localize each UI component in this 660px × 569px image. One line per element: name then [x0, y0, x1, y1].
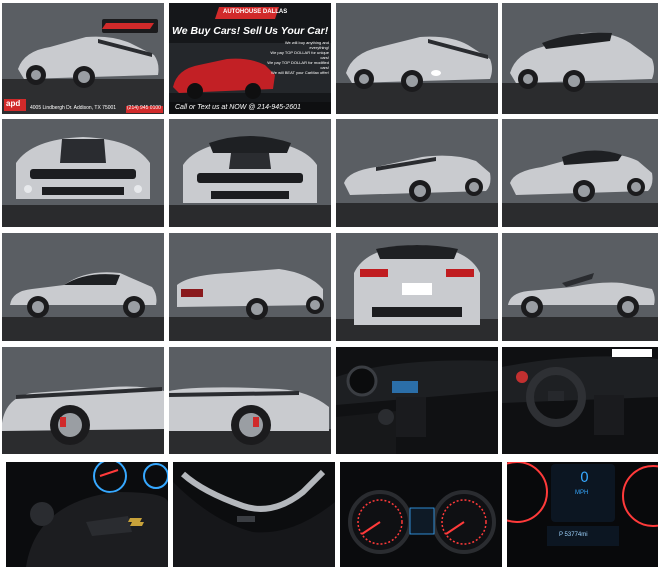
ad-copy-lines: We will buy anything and everything! We …: [265, 40, 329, 75]
photo-thumbnail-gauge-cluster[interactable]: [340, 462, 502, 567]
speed-unit: MPH: [575, 490, 589, 496]
car-photo: [336, 3, 498, 114]
dealer-address: 4005 Lindbergh Dr. Addison, TX 75001: [30, 105, 117, 111]
photo-thumbnail-side-front-closeup[interactable]: [2, 347, 164, 454]
car-photo: [169, 233, 331, 341]
photo-thumbnail-side-profile-top-down[interactable]: [502, 233, 658, 341]
photo-thumbnail-rear-view[interactable]: [336, 233, 498, 341]
photo-thumbnail-wheel-closeup[interactable]: [173, 462, 335, 567]
ad-headline: We Buy Cars! Sell Us Your Car!: [172, 25, 329, 37]
odometer-readout: P 53774mi: [559, 532, 588, 538]
car-photo: [2, 233, 164, 341]
interior-photo: [173, 462, 335, 567]
car-photo: [2, 3, 164, 114]
photo-thumbnail-side-rear-closeup[interactable]: [169, 347, 331, 454]
photo-thumbnail-speedometer-display[interactable]: 0 MPH P 53774mi: [507, 462, 658, 567]
photo-thumbnail-front-hood-top-up[interactable]: [169, 119, 331, 227]
car-photo: [169, 119, 331, 227]
car-photo: [336, 233, 498, 341]
car-photo: [2, 347, 164, 454]
photo-thumbnail-front-side-left-top-up[interactable]: [502, 119, 658, 227]
car-photo: [502, 233, 658, 341]
photo-thumbnail-front-side-left[interactable]: [336, 119, 498, 227]
photo-thumbnail-we-buy-cars-ad[interactable]: AUTOHOUSE DALLAS We Buy Cars! Sell Us Yo…: [169, 3, 331, 114]
car-photo: [336, 119, 498, 227]
car-photo: [169, 347, 331, 454]
photo-thumbnail-interior-dash[interactable]: [336, 347, 498, 454]
car-photo: [2, 119, 164, 227]
photo-thumbnail-front-quarter-lights[interactable]: [336, 3, 498, 114]
photo-thumbnail-front-quarter-top[interactable]: [502, 3, 658, 114]
ad-line: We pay TOP DOLLAR for unique cars!: [270, 50, 329, 60]
dealer-logo: AUTOHOUSE DALLAS: [223, 9, 288, 15]
interior-photo: [336, 347, 498, 454]
photo-thumbnail-front-quarter-dealer[interactable]: apd 4005 Lindbergh Dr. Addison, TX 75001…: [2, 3, 164, 114]
dealer-phone: (214) 945 0100: [127, 105, 161, 111]
interior-photo: [502, 347, 658, 454]
car-photo: [502, 119, 658, 227]
interior-photo: [340, 462, 502, 567]
photo-thumbnail-front-hood[interactable]: [2, 119, 164, 227]
photo-thumbnail-interior-steering[interactable]: [502, 347, 658, 454]
dealer-badge: apd: [6, 99, 21, 108]
photo-thumbnail-side-profile-top-up[interactable]: [2, 233, 164, 341]
photo-thumbnail-steering-wheel[interactable]: [6, 462, 168, 567]
ad-footer: Call or Text us at NOW @ 214-945-2601: [175, 104, 301, 111]
ad-line: We will buy anything and everything!: [284, 40, 329, 50]
interior-photo: [6, 462, 168, 567]
photo-thumbnail-rear-quarter-top-down[interactable]: [169, 233, 331, 341]
speed-readout: 0: [580, 470, 589, 486]
ad-line: We will BEAT your CarMax offer!: [271, 70, 329, 75]
photo-gallery-grid: apd 4005 Lindbergh Dr. Addison, TX 75001…: [0, 0, 660, 569]
ad-line: We pay TOP DOLLAR for modified cars!: [267, 60, 329, 70]
car-photo: [502, 3, 658, 114]
